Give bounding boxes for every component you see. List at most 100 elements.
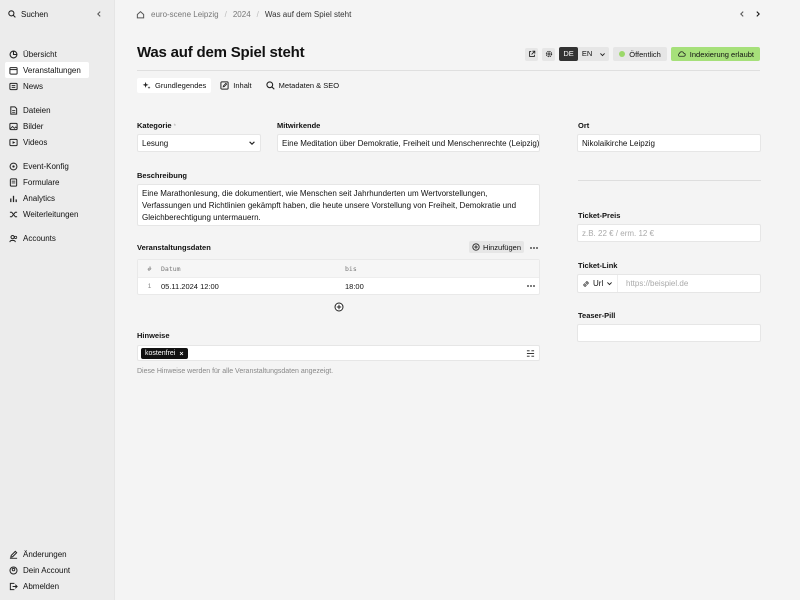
teaser-pill-label: Teaser-Pill [578,311,616,320]
language-switch[interactable]: DE EN [559,47,610,61]
ort-input[interactable]: Nikolaikirche Leipzig [577,134,761,152]
ticket-preis-placeholder: z.B. 22 € / erm. 12 € [582,228,655,238]
sidebar-item-veranstaltungen[interactable]: Veranstaltungen [5,62,89,78]
sidebar-item-formulare[interactable]: Formulare [5,174,89,190]
sidebar-item-dein-account[interactable]: Dein Account [5,562,89,578]
sidebar-search[interactable]: Suchen [8,9,48,19]
chevron-right-icon[interactable] [753,9,763,19]
sidebar-item-bilder[interactable]: Bilder [5,118,89,134]
ort-value: Nikolaikirche Leipzig [582,138,655,148]
chevron-down-icon [248,139,256,147]
hinweise-label: Hinweise [137,331,170,340]
hinweis-chip[interactable]: kostenfrei [141,348,189,359]
sidebar-item-label: Abmelden [23,581,60,591]
tab-metadaten-seo[interactable]: Metadaten & SEO [261,78,344,93]
sidebar-item-dateien[interactable]: Dateien [5,102,89,118]
video-icon [9,138,18,147]
chart-icon [9,194,18,203]
list-select-icon[interactable] [526,349,535,358]
add-row-icon[interactable] [333,301,344,312]
indexing-button[interactable]: Indexierung erlaubt [670,47,760,61]
mitwirkende-input[interactable]: Eine Meditation über Demokratie, Freihei… [277,134,540,152]
chevron-down-icon[interactable] [596,47,609,61]
col-bis-header: bis [345,264,357,273]
teaser-pill-input[interactable] [577,324,761,342]
link-icon [582,280,590,288]
sidebar-item-news[interactable]: News [5,78,89,94]
chevron-left-icon[interactable] [737,9,747,19]
kategorie-select[interactable]: Lesung [137,134,261,152]
sidebar-item-label: Dateien [23,105,51,115]
row-bis[interactable]: 18:00 [345,282,523,291]
beschreibung-textarea[interactable]: Eine Marathonlesung, die dokumentiert, w… [137,184,540,226]
mitwirkende-value: Eine Meditation über Demokratie, Freihei… [282,138,540,148]
right-divider [578,180,761,181]
language-en[interactable]: EN [578,47,596,61]
search-icon [8,10,16,18]
more-options-icon[interactable] [528,242,540,254]
sidebar-item-label: News [23,81,44,91]
tab-label: Grundlegendes [155,81,207,90]
close-icon[interactable] [179,351,184,356]
collapse-sidebar-icon[interactable] [94,9,104,19]
status-public-button[interactable]: Öffentlich [613,47,667,61]
history-nav [737,9,763,19]
ticket-preis-input[interactable]: z.B. 22 € / erm. 12 € [577,224,761,242]
breadcrumb-current: Was auf dem Spiel steht [264,9,352,19]
sidebar-item-videos[interactable]: Videos [5,134,89,150]
sidebar-item-label: Analytics [23,193,56,203]
language-de[interactable]: DE [559,47,578,61]
cloud-icon [677,50,686,58]
header-divider [137,70,760,71]
settings-button[interactable] [542,47,556,61]
shuffle-icon [9,210,18,219]
sidebar-item-label: Weiterleitungen [23,209,79,219]
breadcrumb-item[interactable]: euro-scene Leipzig [151,10,219,19]
edit-icon [9,550,18,559]
ticket-link-placeholder: https://beispiel.de [626,279,689,288]
form-icon [9,177,18,187]
veranstaltungsdaten-label: Veranstaltungsdaten [137,243,211,252]
sidebar-search-label: Suchen [21,9,49,19]
logout-icon [9,582,18,591]
sidebar-item-label: Event-Konfig [23,161,69,171]
link-type-value: Url [593,279,604,288]
edit-doc-icon [220,81,229,90]
ort-label: Ort [578,121,590,130]
col-datum-header: Datum [161,264,181,273]
table-row[interactable]: 1 05.11.2024 12:00 18:00 [138,277,539,294]
sidebar-item-uebersicht[interactable]: Übersicht [5,46,89,62]
tab-bar: Grundlegendes Inhalt Metadaten & SEO [137,78,344,93]
sidebar-item-event-konfig[interactable]: Event-Konfig [5,158,89,174]
link-type-select[interactable]: Url [578,275,619,292]
sidebar-item-aenderungen[interactable]: Änderungen [5,546,89,562]
tab-inhalt[interactable]: Inhalt [215,78,256,93]
open-external-button[interactable] [525,47,539,61]
image-icon [9,122,18,131]
add-date-button[interactable]: Hinzufügen [469,241,524,253]
beschreibung-value: Eine Marathonlesung, die dokumentiert, w… [142,189,517,222]
home-icon[interactable] [136,10,145,19]
sidebar-item-label: Dein Account [23,565,71,575]
sidebar-item-weiterleitungen[interactable]: Weiterleitungen [5,206,89,222]
ticket-link-input[interactable]: Url https://beispiel.de [577,274,761,293]
sidebar-item-label: Videos [23,137,48,147]
breadcrumb-item[interactable]: 2024 [233,10,251,19]
gear-icon [545,50,553,58]
row-datum[interactable]: 05.11.2024 12:00 [161,282,345,291]
sidebar-item-label: Änderungen [23,549,67,559]
row-more-icon[interactable] [523,284,539,288]
chevron-down-icon [606,280,613,287]
sidebar-item-abmelden[interactable]: Abmelden [5,578,89,594]
plus-circle-icon [472,243,480,251]
main-content: euro-scene Leipzig / 2024 / Was auf dem … [114,0,800,600]
tab-label: Metadaten & SEO [278,81,340,90]
sidebar-item-analytics[interactable]: Analytics [5,190,89,206]
sidebar-item-accounts[interactable]: Accounts [5,230,89,246]
kategorie-label: Kategorie * [137,121,176,130]
hinweise-input[interactable]: kostenfrei [137,345,540,361]
table-header: # Datum bis [138,260,539,277]
tab-grundlegendes[interactable]: Grundlegendes [137,78,212,93]
indexing-label: Indexierung erlaubt [689,49,754,59]
status-dot-icon [619,51,626,57]
